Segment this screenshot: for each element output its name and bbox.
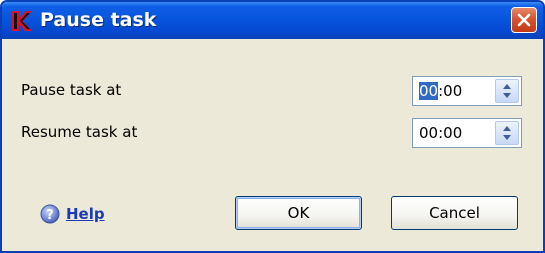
close-x-icon [517,13,531,27]
help-link[interactable]: Help [66,205,105,223]
ok-button[interactable]: OK [235,196,362,230]
help-question-icon[interactable]: ? [40,204,60,224]
kaspersky-k-icon [12,11,32,31]
spin-up-icon[interactable] [503,126,511,131]
pause-task-dialog: Pause task Pause task at 00:00 Resume ta… [0,0,545,253]
resume-time-hours[interactable]: 00 [419,124,438,142]
pause-time-value[interactable]: 00:00 [419,82,462,100]
svg-text:?: ? [46,208,54,223]
resume-time-spinner[interactable] [495,121,519,145]
pause-task-label: Pause task at [21,81,122,99]
resume-time-value[interactable]: 00:00 [419,124,462,142]
resume-time-minutes[interactable]: 00 [443,124,462,142]
spin-down-icon[interactable] [503,135,511,140]
pause-time-hours[interactable]: 00 [419,82,439,100]
pause-time-minutes[interactable]: 00 [443,82,462,100]
pause-time-spinner[interactable] [495,79,519,103]
spin-up-icon[interactable] [503,84,511,89]
resume-time-field[interactable]: 00:00 [412,118,522,148]
window-title: Pause task [40,9,157,31]
close-button[interactable] [511,7,537,33]
cancel-button[interactable]: Cancel [391,196,518,230]
pause-time-field[interactable]: 00:00 [412,76,522,106]
title-bar[interactable]: Pause task [2,2,543,39]
spin-down-icon[interactable] [503,93,511,98]
resume-task-label: Resume task at [21,123,138,141]
